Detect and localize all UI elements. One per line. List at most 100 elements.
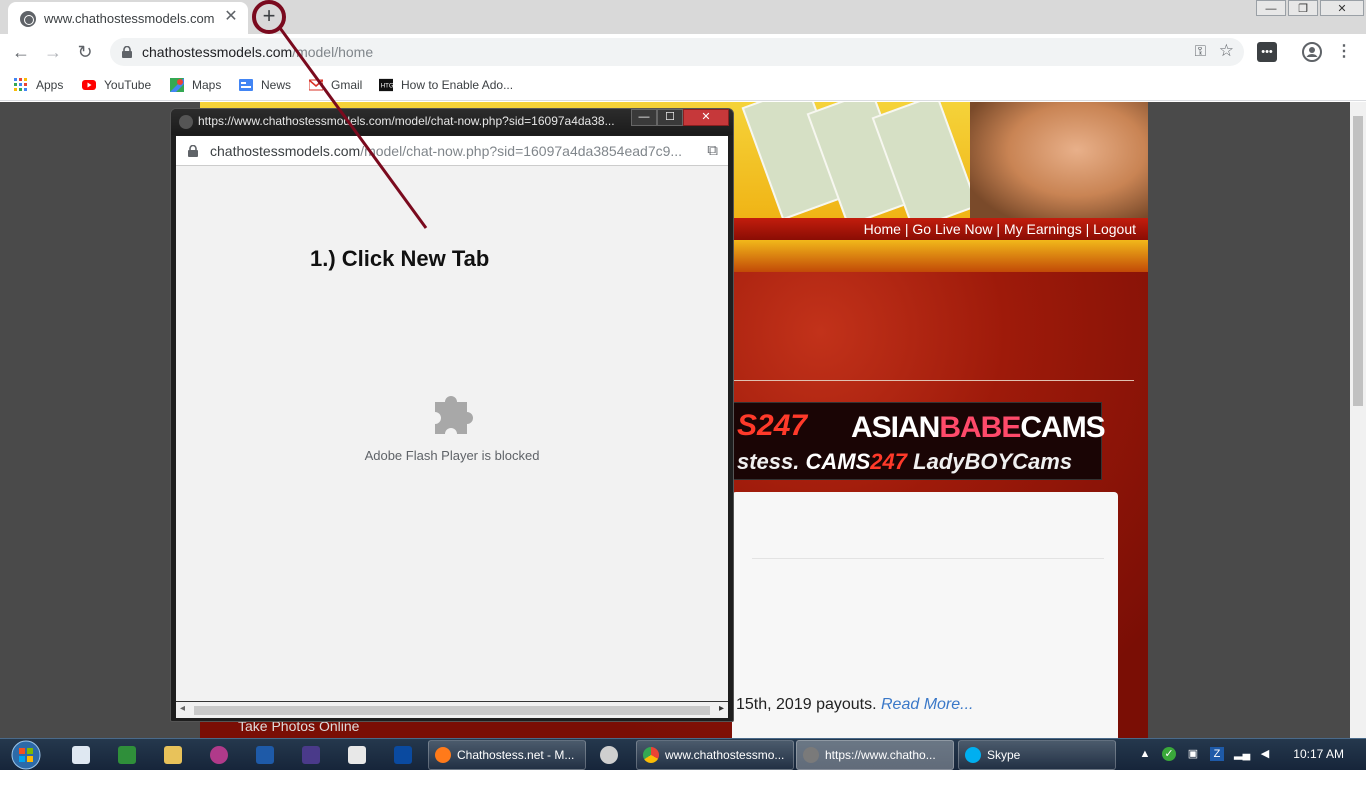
forward-button[interactable]: → (42, 41, 64, 63)
popup-close-button[interactable]: ✕ (683, 109, 729, 126)
bookmarks-bar: Apps YouTube Maps News Gmail HTG How to … (0, 70, 1366, 101)
windows-taskbar: Chathostess.net - M... www.chathostessmo… (0, 738, 1366, 770)
taskbar-item-firefox[interactable]: Chathostess.net - M... (428, 740, 586, 770)
gmail-icon (309, 79, 323, 91)
app-icon[interactable] (256, 746, 274, 764)
app-icon[interactable] (210, 746, 228, 764)
photoshop-icon[interactable] (394, 746, 412, 764)
popup-horizontal-scrollbar[interactable]: ◂ ▸ (176, 701, 728, 718)
scrollbar-thumb[interactable] (1353, 116, 1363, 406)
plugin-blocked-icon[interactable]: ⧉ (707, 142, 718, 159)
htg-icon: HTG (379, 78, 393, 92)
firefox-icon (435, 747, 451, 763)
popup-minimize-button[interactable]: — (631, 109, 657, 126)
tab-close-button[interactable]: ✕ (222, 8, 240, 26)
popup-address-bar[interactable]: chathostessmodels.com/model/chat-now.php… (176, 136, 728, 166)
folder-icon[interactable] (164, 746, 182, 764)
scroll-left-arrow-icon[interactable]: ◂ (180, 703, 185, 714)
tab-strip: www.chathostessmodels.com ✕ + — ❐ ✕ (0, 0, 1366, 34)
taskbar-item-label: Chathostess.net - M... (457, 748, 575, 762)
bookmark-label: Maps (192, 78, 222, 92)
logo-text: S247 (737, 409, 808, 442)
restore-button[interactable]: ❐ (1288, 0, 1318, 16)
page-icon (179, 115, 193, 129)
bookmark-label: How to Enable Ado... (401, 78, 514, 92)
lock-icon (122, 46, 132, 58)
tray-device-icon[interactable]: ▣ (1186, 747, 1200, 761)
popup-content: chathostessmodels.com/model/chat-now.php… (176, 136, 728, 718)
partner-logos-banner[interactable]: S247 ASIANBABECAMS stess. CAMS247 LadyBO… (732, 402, 1106, 480)
tray-expand-icon[interactable]: ▲ (1138, 747, 1152, 761)
content-panel: 15th, 2019 payouts. Read More... (732, 492, 1118, 738)
popup-window-controls: — ☐ ✕ (631, 109, 729, 126)
window-controls: — ❐ ✕ (1254, 0, 1364, 18)
popup-titlebar[interactable]: https://www.chathostessmodels.com/model/… (171, 109, 733, 135)
bookmark-youtube[interactable]: YouTube (82, 76, 151, 94)
calculator-icon[interactable] (72, 746, 90, 764)
screen-bottom-strip (0, 770, 1366, 800)
volume-muted-icon[interactable]: ◀ (1258, 747, 1272, 761)
news-icon (239, 79, 253, 91)
read-more-link[interactable]: Read More... (881, 696, 973, 713)
bookmark-maps[interactable]: Maps (170, 76, 221, 94)
url-text: chathostessmodels.com/model/home (142, 44, 374, 60)
windows-start-button[interactable] (8, 739, 44, 771)
bookmark-star-icon[interactable]: ☆ (1219, 41, 1234, 61)
bookmark-htg[interactable]: HTG How to Enable Ado... (379, 76, 513, 94)
puzzle-piece-icon (435, 396, 473, 434)
tray-check-icon[interactable]: ✓ (1162, 747, 1176, 761)
key-icon[interactable]: ⚿ (1195, 43, 1206, 60)
app-icon[interactable] (348, 746, 366, 764)
popup-title: https://www.chathostessmodels.com/model/… (198, 114, 615, 128)
tray-z-icon[interactable]: Z (1210, 747, 1224, 761)
taskbar-item-chrome-popup[interactable]: https://www.chatho... (796, 740, 954, 770)
globe-icon (20, 11, 36, 27)
browser-toolbar: ← → ↻ chathostessmodels.com/model/home ⚿… (0, 34, 1366, 70)
clock[interactable]: 10:17 AM (1293, 747, 1344, 761)
system-tray: ▲ ✓ ▣ Z ▂▄ ◀ 10:17 AM (1134, 739, 1366, 771)
bookmark-label: Gmail (331, 78, 363, 92)
divider (752, 558, 1104, 559)
site-nav-links[interactable]: Home | Go Live Now | My Earnings | Logou… (864, 221, 1136, 237)
menu-kebab-icon[interactable]: ⋮ (1334, 42, 1354, 62)
svg-text:HTG: HTG (381, 83, 393, 90)
profile-icon[interactable] (1302, 42, 1322, 62)
taskbar-item-label: Skype (987, 748, 1021, 762)
banner-photo (970, 102, 1148, 222)
bookmark-label: YouTube (104, 78, 152, 92)
minimize-button[interactable]: — (1256, 0, 1286, 16)
bookmark-news[interactable]: News (239, 76, 291, 94)
reload-button[interactable]: ↻ (74, 41, 96, 63)
popup-url-text: chathostessmodels.com/model/chat-now.php… (210, 143, 683, 159)
page-scrollbar[interactable] (1350, 102, 1366, 738)
taskbar-item-chrome[interactable]: www.chathostessmo... (636, 740, 794, 770)
flash-blocked-message: Adobe Flash Player is blocked (364, 448, 540, 463)
lock-icon (188, 145, 198, 157)
after-effects-icon[interactable] (302, 746, 320, 764)
logo-asianbabecams: ASIANBABECAMS (851, 411, 1106, 444)
back-button[interactable]: ← (10, 41, 32, 63)
scroll-right-arrow-icon[interactable]: ▸ (719, 703, 724, 714)
bookmark-label: Apps (36, 78, 64, 92)
logo-ladyboycams: stess. CAMS247 LadyBOYCams (737, 449, 1073, 474)
new-tab-button[interactable]: + (256, 4, 282, 30)
scrollbar-thumb[interactable] (194, 706, 710, 715)
maps-icon (170, 78, 184, 92)
taskbar-item-skype[interactable]: Skype (958, 740, 1116, 770)
skype-icon (965, 747, 981, 763)
bookmark-apps[interactable]: Apps (14, 76, 63, 94)
apps-grid-icon (14, 78, 27, 91)
chat-popup-window: https://www.chathostessmodels.com/model/… (170, 108, 734, 722)
popup-maximize-button[interactable]: ☐ (657, 109, 683, 126)
address-bar[interactable]: chathostessmodels.com/model/home ⚿ ☆ (110, 38, 1244, 66)
app-icon[interactable] (118, 746, 136, 764)
extension-icon[interactable]: ••• (1257, 42, 1277, 62)
bookmark-gmail[interactable]: Gmail (309, 76, 362, 94)
tab-active[interactable]: www.chathostessmodels.com ✕ (8, 2, 248, 34)
network-signal-icon[interactable]: ▂▄ (1234, 747, 1250, 761)
instruction-label: 1.) Click New Tab (310, 246, 490, 271)
paint-icon[interactable] (600, 746, 618, 764)
close-window-button[interactable]: ✕ (1320, 0, 1364, 16)
youtube-icon (82, 80, 96, 90)
payout-notice: 15th, 2019 payouts. Read More... (736, 696, 974, 713)
